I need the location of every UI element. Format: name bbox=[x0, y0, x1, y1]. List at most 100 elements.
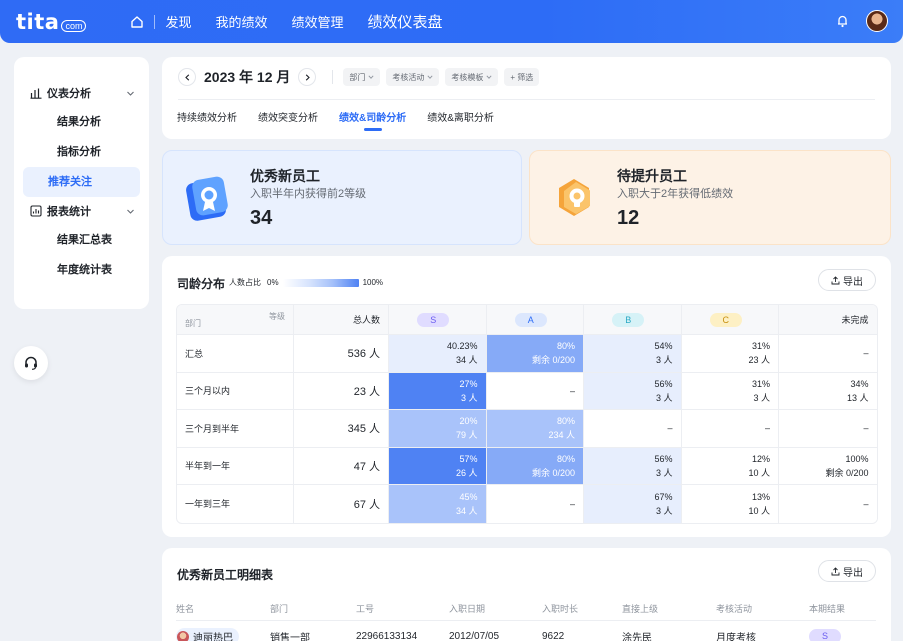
sidebar-item-result-analysis[interactable]: 结果分析 bbox=[23, 107, 140, 137]
export-button[interactable]: 导出 bbox=[818, 560, 876, 582]
grade-cell[interactable]: – bbox=[681, 410, 779, 448]
cell-count: 10 人 bbox=[748, 505, 770, 516]
grade-cell[interactable]: – bbox=[779, 335, 877, 373]
tab-performance-tenure[interactable]: 绩效&司龄分析 bbox=[339, 109, 406, 124]
chevron-right-icon bbox=[305, 73, 310, 81]
grade-cell[interactable]: 27% 3 人 bbox=[389, 372, 487, 410]
cell-percent: 27% bbox=[459, 378, 478, 389]
cell-percent: – bbox=[863, 348, 869, 359]
cell-percent: 56% bbox=[654, 453, 673, 464]
cell-count: 34 人 bbox=[455, 355, 478, 366]
row-dept: 半年到一年 bbox=[177, 447, 294, 485]
tita-logo[interactable]: tita com bbox=[16, 10, 87, 34]
grade-cell[interactable]: 80% 剩余 0/200 bbox=[486, 335, 584, 373]
filter-department[interactable]: 部门 bbox=[343, 68, 381, 86]
cell-count: 79 人 bbox=[455, 430, 478, 441]
nav-my-performance[interactable]: 我的绩效 bbox=[215, 12, 267, 31]
cell-percent: 80% bbox=[556, 453, 575, 464]
row-dept: 一年到三年 bbox=[177, 485, 294, 523]
sidebar-item-indicator-analysis[interactable]: 指标分析 bbox=[23, 137, 140, 167]
sidebar-group-report-stats[interactable]: 报表统计 bbox=[14, 197, 149, 225]
cell-percent: 20% bbox=[459, 416, 478, 427]
grade-cell[interactable]: 40.23% 34 人 bbox=[389, 335, 487, 373]
cell-percent: – bbox=[569, 498, 575, 509]
grade-cell[interactable]: – bbox=[779, 485, 877, 523]
detail-table-header: 姓名 部门 工号 入职日期 入职时长 直接上级 考核活动 本期结果 bbox=[176, 602, 876, 615]
grade-cell[interactable]: 20% 79 人 bbox=[389, 410, 487, 448]
section-title: 司龄分布 bbox=[177, 277, 226, 291]
sidebar-item-result-summary[interactable]: 结果汇总表 bbox=[23, 225, 140, 255]
nav-discover[interactable]: 发现 bbox=[165, 12, 191, 31]
chevron-down-icon bbox=[427, 75, 433, 79]
kpi-excellent-new-employees[interactable]: 优秀新员工 入职半年内获得前2等级 34 bbox=[162, 150, 522, 245]
cell-percent: – bbox=[863, 423, 869, 434]
cell-count: 剩余 0/200 bbox=[825, 467, 869, 478]
tab-performance-turnover[interactable]: 绩效&离职分析 bbox=[427, 109, 494, 124]
filter-activity[interactable]: 考核活动 bbox=[386, 68, 440, 86]
sidebar-group-dashboard-analysis[interactable]: 仪表分析 bbox=[14, 79, 149, 107]
filter-template[interactable]: 考核模板 bbox=[445, 68, 499, 86]
grade-cell[interactable]: 80% 234 人 bbox=[486, 410, 584, 448]
grade-cell[interactable]: 31% 3 人 bbox=[681, 372, 779, 410]
bar-chart-icon bbox=[30, 88, 42, 99]
grade-cell[interactable]: 100% 剩余 0/200 bbox=[779, 447, 877, 485]
nav-performance-dashboard[interactable]: 绩效仪表盘 bbox=[368, 11, 443, 32]
kpi-title: 优秀新员工 bbox=[250, 168, 320, 184]
cell-count: 34 人 bbox=[455, 505, 478, 516]
grade-cell[interactable]: 80% 剩余 0/200 bbox=[486, 447, 584, 485]
cell-percent: 31% bbox=[751, 341, 770, 352]
kpi-employees-to-improve[interactable]: 待提升员工 入职大于2年获得低绩效 12 bbox=[529, 150, 891, 245]
headset-icon bbox=[25, 356, 37, 370]
prev-month-button[interactable] bbox=[178, 68, 196, 86]
next-month-button[interactable] bbox=[298, 68, 317, 86]
corner-header: 等级 部门 bbox=[177, 305, 294, 335]
analysis-tabs: 持续绩效分析 绩效突变分析 绩效&司龄分析 绩效&离职分析 bbox=[177, 109, 515, 124]
column-header: 工号 bbox=[356, 604, 375, 614]
grade-cell[interactable]: 13% 10 人 bbox=[681, 485, 779, 523]
kpi-subtitle: 入职半年内获得前2等级 bbox=[250, 188, 367, 200]
heat-legend: 人数占比 0% 100% bbox=[229, 278, 384, 287]
cell-count: 23 人 bbox=[748, 355, 770, 366]
grade-cell[interactable]: – bbox=[779, 410, 877, 448]
sidebar-item-annual-stats[interactable]: 年度统计表 bbox=[23, 255, 140, 285]
export-button[interactable]: 导出 bbox=[818, 269, 876, 291]
grade-cell[interactable]: – bbox=[584, 410, 682, 448]
support-button[interactable] bbox=[14, 346, 48, 380]
grade-cell[interactable]: 57% 26 人 bbox=[389, 447, 487, 485]
sidebar-item-recommended[interactable]: 推荐关注 bbox=[23, 167, 140, 197]
user-avatar[interactable] bbox=[866, 10, 888, 32]
employee-name-chip[interactable]: 迪丽热巴 bbox=[176, 628, 239, 641]
grade-header-a: A bbox=[486, 305, 584, 335]
nav-performance-management[interactable]: 绩效管理 bbox=[292, 12, 344, 31]
chevron-down-icon bbox=[368, 75, 374, 79]
grade-cell[interactable]: – bbox=[486, 485, 584, 523]
home-icon[interactable] bbox=[130, 15, 144, 29]
row-dept: 汇总 bbox=[177, 335, 294, 373]
grade-cell[interactable]: 12% 10 人 bbox=[681, 447, 779, 485]
report-icon bbox=[30, 205, 42, 217]
cell-count: 剩余 0/200 bbox=[531, 355, 575, 366]
table-row[interactable]: 迪丽热巴 销售一部 22966133134 2012/07/05 9622 涂先… bbox=[176, 628, 876, 641]
grade-cell[interactable]: 34% 13 人 bbox=[779, 372, 877, 410]
table-row: 三个月到半年 345 人 20% 79 人 80% 234 人 – – – bbox=[177, 410, 877, 448]
tab-performance-mutation[interactable]: 绩效突变分析 bbox=[258, 109, 318, 124]
add-filter-button[interactable]: + 筛选 bbox=[504, 68, 540, 86]
column-header: 本期结果 bbox=[809, 604, 846, 614]
grade-cell[interactable]: 54% 3 人 bbox=[584, 335, 682, 373]
tab-continuous-performance[interactable]: 持续绩效分析 bbox=[177, 109, 237, 124]
kpi-subtitle: 入职大于2年获得低绩效 bbox=[617, 188, 734, 200]
grade-cell[interactable]: 31% 23 人 bbox=[681, 335, 779, 373]
grade-cell[interactable]: 67% 3 人 bbox=[584, 485, 682, 523]
grade-cell[interactable]: 56% 3 人 bbox=[584, 447, 682, 485]
grade-cell[interactable]: 56% 3 人 bbox=[584, 372, 682, 410]
avatar bbox=[177, 630, 189, 641]
cell-percent: 80% bbox=[556, 341, 575, 352]
grade-cell[interactable]: – bbox=[486, 372, 584, 410]
cell-percent: 12% bbox=[751, 453, 770, 464]
grade-cell[interactable]: 45% 34 人 bbox=[389, 485, 487, 523]
current-month[interactable]: 2023 年 12 月 bbox=[204, 67, 290, 87]
kpi-title: 待提升员工 bbox=[617, 168, 687, 184]
bell-icon[interactable] bbox=[836, 14, 849, 28]
nav-divider bbox=[154, 14, 156, 29]
cell-percent: – bbox=[569, 385, 575, 396]
